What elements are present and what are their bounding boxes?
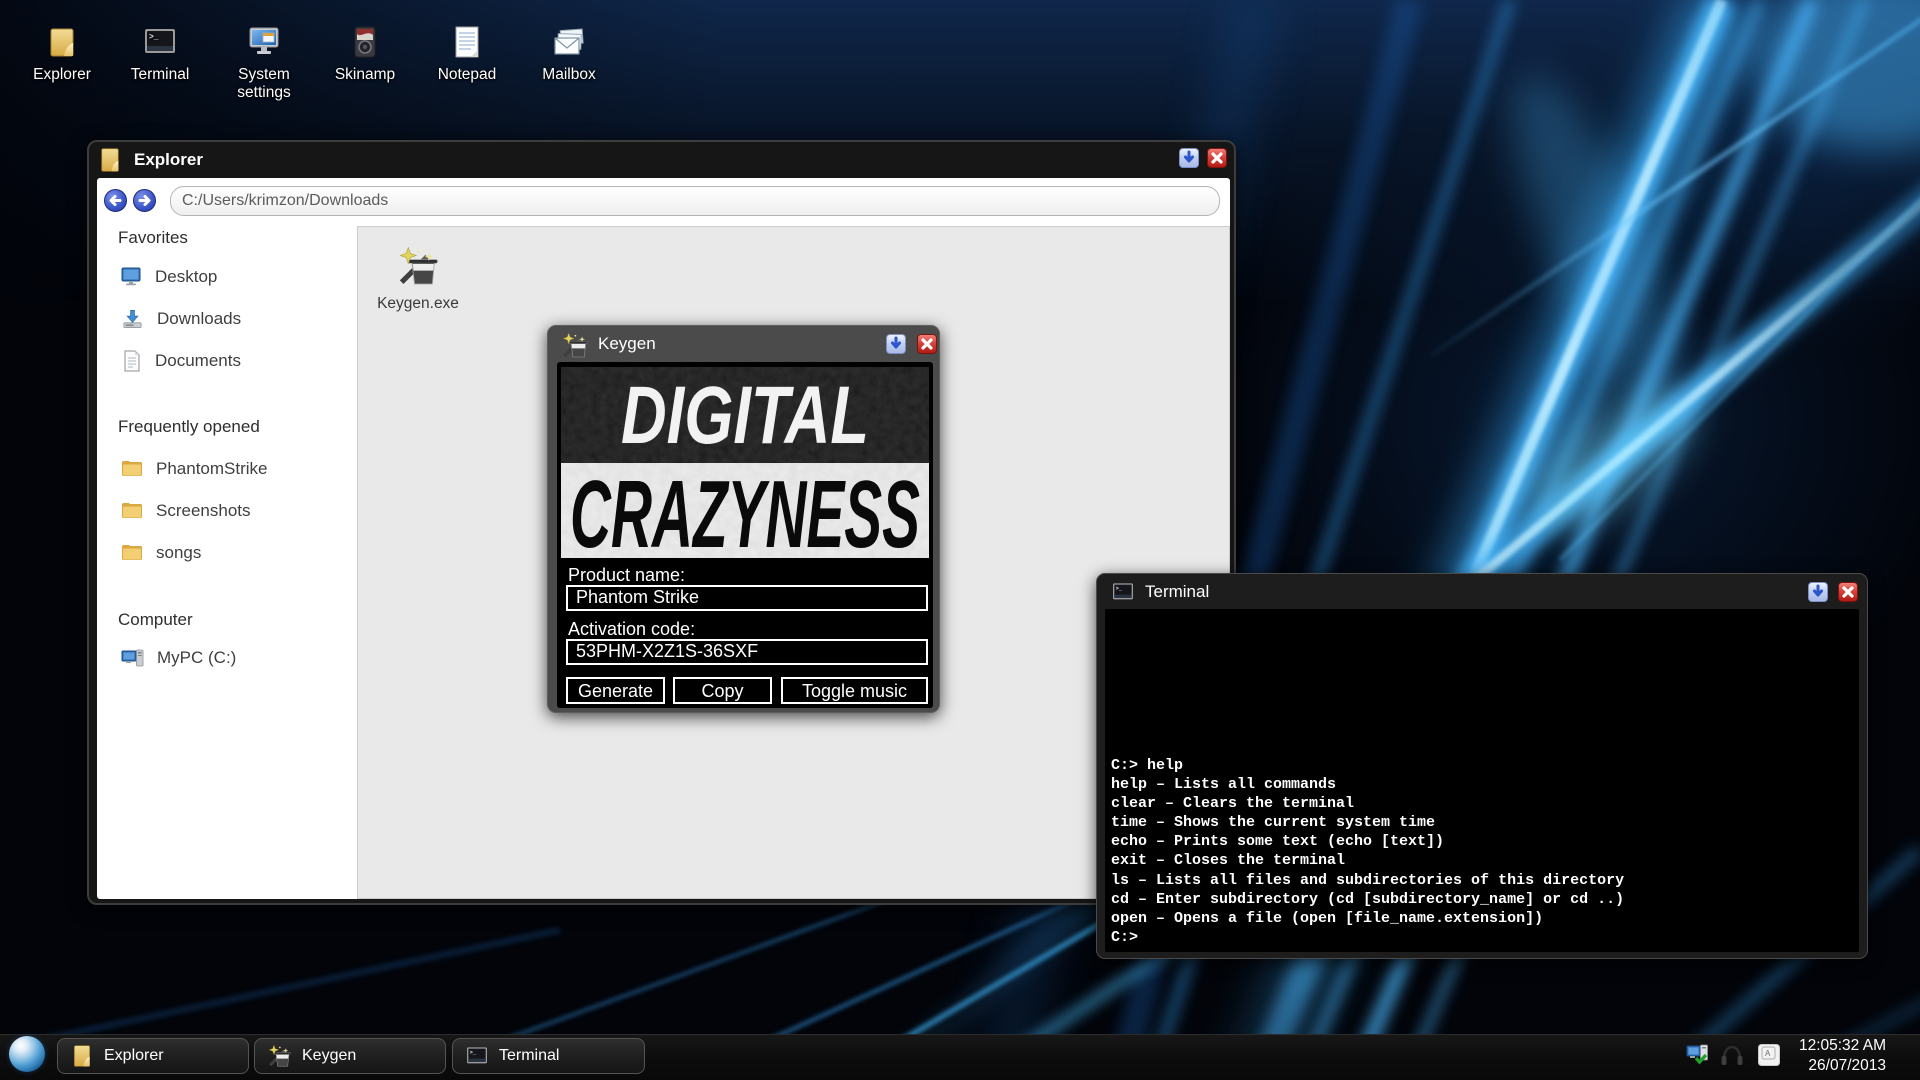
- svg-text:DIGITAL: DIGITAL: [621, 370, 869, 461]
- svg-text:>_: >_: [1116, 586, 1123, 592]
- svg-text:CRAZYNESS: CRAZYNESS: [570, 461, 920, 558]
- svg-text:>_: >_: [470, 1050, 477, 1056]
- svg-text:A: A: [1765, 1049, 1771, 1058]
